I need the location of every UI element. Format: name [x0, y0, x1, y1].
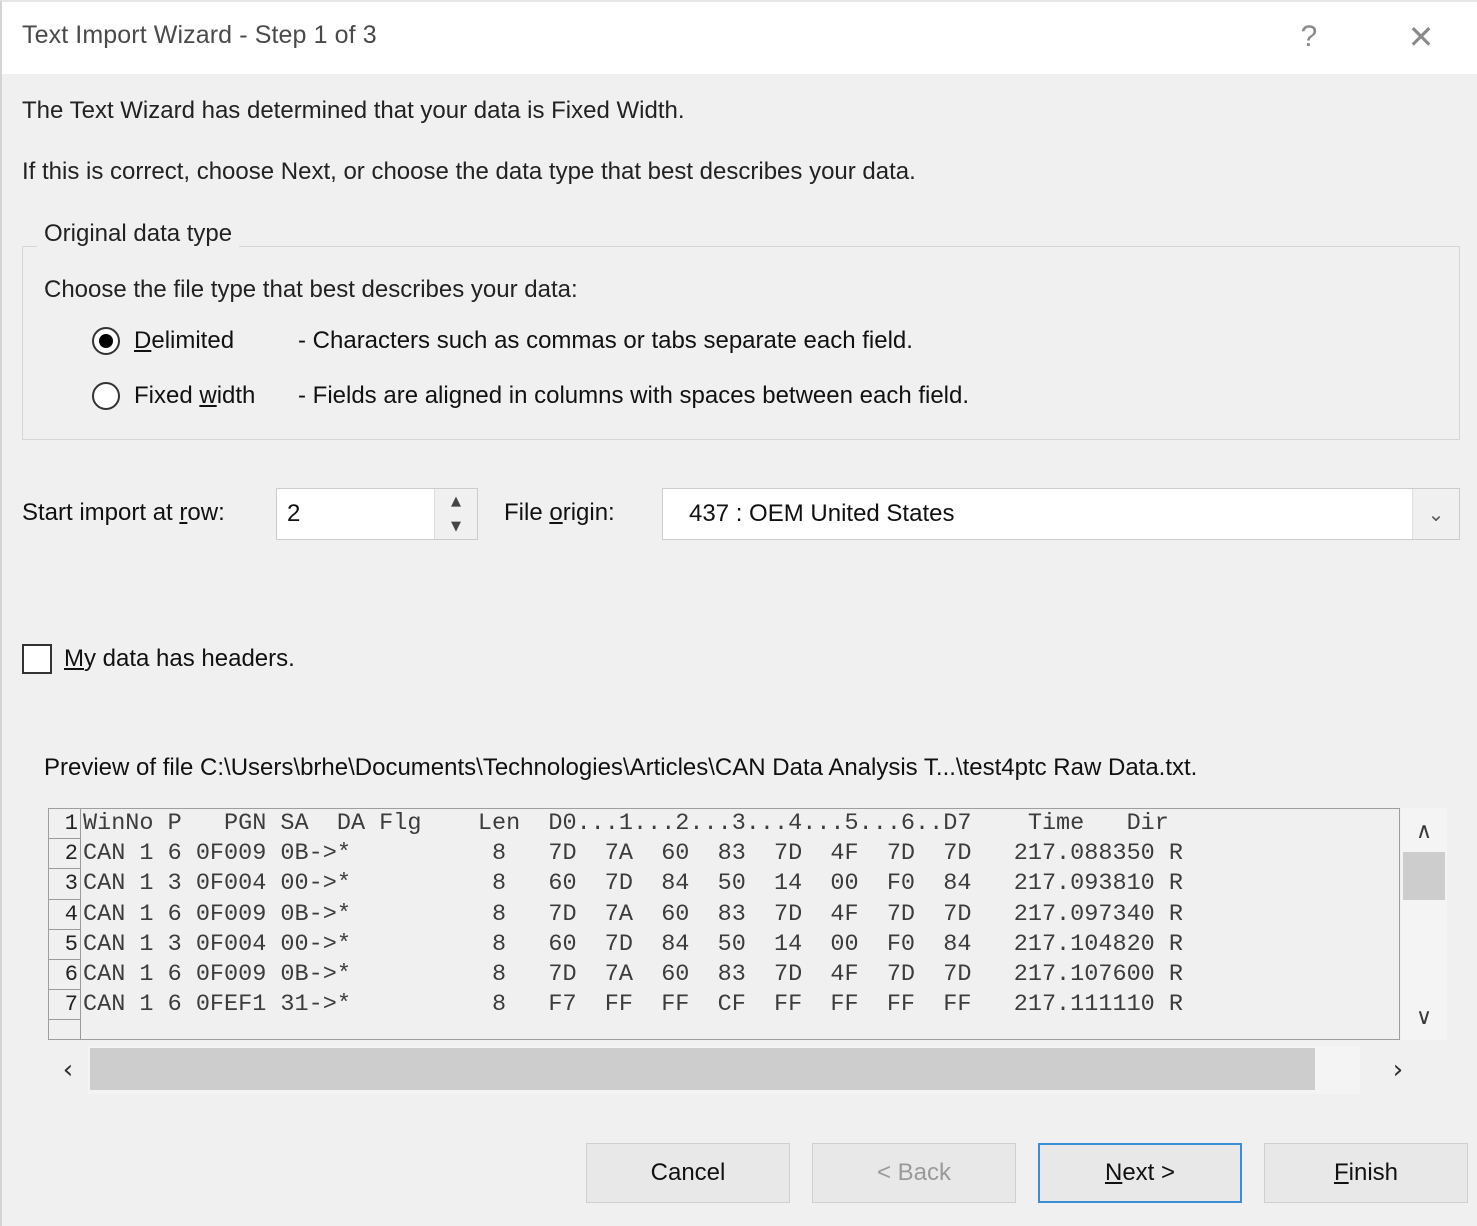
- next-button-mnemonic: N: [1104, 1159, 1123, 1186]
- preview-vertical-scrollbar[interactable]: ∧ ∨: [1401, 808, 1447, 1040]
- scroll-right-icon[interactable]: ›: [1378, 1044, 1418, 1096]
- scroll-down-icon[interactable]: ∨: [1401, 994, 1447, 1040]
- radio-delimited-indicator[interactable]: [92, 327, 120, 355]
- dialog-title: Text Import Wizard - Step 1 of 3: [22, 21, 377, 49]
- horizontal-scrollbar-thumb[interactable]: [90, 1048, 1315, 1090]
- chevron-down-icon[interactable]: ⌄: [1412, 489, 1459, 539]
- radio-delimited-description: - Characters such as commas or tabs sepa…: [298, 327, 913, 354]
- file-origin-label-b: rigin:: [562, 499, 615, 526]
- file-origin-label: File origin:: [504, 499, 615, 527]
- radio-fixed-width[interactable]: Fixed width: [92, 379, 255, 413]
- start-import-label-b: ow:: [187, 499, 225, 526]
- row-number: [49, 1020, 80, 1039]
- start-import-row-input[interactable]: [277, 489, 434, 539]
- row-number: 2: [49, 839, 80, 870]
- start-import-label-a: Start import at: [22, 499, 180, 526]
- vertical-scrollbar-thumb[interactable]: [1403, 852, 1445, 900]
- title-bar: Text Import Wizard - Step 1 of 3 ? ✕: [2, 2, 1477, 74]
- start-import-row-stepper[interactable]: ▲ ▼: [276, 488, 478, 540]
- question-mark-icon: ?: [1300, 20, 1318, 53]
- original-data-type-legend: Original data type: [37, 220, 240, 248]
- preview-pane[interactable]: 1 2 3 4 5 6 7 WinNo P PGN SA DA Flg Len …: [48, 808, 1400, 1040]
- close-button[interactable]: ✕: [1390, 2, 1452, 72]
- my-data-has-headers-checkbox[interactable]: My data has headers.: [22, 642, 295, 676]
- back-button[interactable]: < Back: [812, 1143, 1016, 1203]
- help-button[interactable]: ?: [1278, 2, 1340, 72]
- choose-file-type-label: Choose the file type that best describes…: [44, 276, 578, 303]
- preview-file-label: Preview of file C:\Users\brhe\Documents\…: [44, 754, 1198, 781]
- preview-text-content: WinNo P PGN SA DA Flg Len D0...1...2...3…: [83, 810, 1183, 1019]
- radio-delimited[interactable]: Delimited: [92, 324, 234, 358]
- row-number: 1: [49, 809, 80, 840]
- finish-button-mnemonic: F: [1333, 1159, 1349, 1186]
- text-import-wizard-dialog: Text Import Wizard - Step 1 of 3 ? ✕ The…: [0, 0, 1477, 1226]
- next-button-label-rest: ext >: [1122, 1159, 1176, 1186]
- scroll-left-icon[interactable]: ‹: [48, 1044, 88, 1096]
- radio-fixed-width-label-rest: idth: [216, 382, 256, 409]
- file-origin-select[interactable]: 437 : OEM United States ⌄: [662, 488, 1460, 540]
- preview-horizontal-scrollbar[interactable]: ‹ ›: [48, 1044, 1403, 1096]
- row-number: 3: [49, 869, 80, 900]
- radio-fixed-width-indicator[interactable]: [92, 382, 120, 410]
- file-origin-value: 437 : OEM United States: [689, 500, 955, 527]
- row-number: 7: [49, 990, 80, 1021]
- cancel-button[interactable]: Cancel: [586, 1143, 790, 1203]
- finish-button[interactable]: Finish: [1264, 1143, 1468, 1203]
- my-data-has-headers-label: My data has headers.: [64, 645, 295, 673]
- preview-row-number-gutter: 1 2 3 4 5 6 7: [49, 809, 81, 1039]
- file-origin-mnemonic: o: [549, 499, 563, 526]
- radio-delimited-label-rest: elimited: [151, 327, 235, 354]
- radio-delimited-label: Delimited: [134, 327, 234, 355]
- intro-line-1: The Text Wizard has determined that your…: [22, 97, 685, 124]
- start-import-at-row-label: Start import at row:: [22, 499, 225, 527]
- checkbox-indicator[interactable]: [22, 644, 52, 674]
- radio-fixed-width-label-prefix: Fixed: [134, 382, 200, 409]
- row-number: 4: [49, 900, 80, 930]
- radio-fixed-width-label: Fixed width: [134, 382, 255, 410]
- stepper-up-icon[interactable]: ▲: [435, 489, 477, 514]
- close-icon: ✕: [1407, 18, 1435, 56]
- headers-checkbox-label-rest: y data has headers.: [84, 645, 295, 672]
- radio-delimited-mnemonic: D: [134, 327, 152, 354]
- radio-fixed-width-mnemonic: w: [199, 382, 217, 409]
- row-number: 5: [49, 930, 80, 960]
- stepper-down-icon[interactable]: ▼: [435, 514, 477, 539]
- stepper-buttons[interactable]: ▲ ▼: [434, 489, 477, 539]
- row-number: 6: [49, 960, 80, 991]
- finish-button-label-rest: inish: [1348, 1159, 1399, 1186]
- intro-line-2: If this is correct, choose Next, or choo…: [22, 158, 916, 185]
- radio-fixed-width-description: - Fields are aligned in columns with spa…: [298, 382, 970, 409]
- scroll-up-icon[interactable]: ∧: [1401, 808, 1447, 854]
- next-button[interactable]: Next >: [1038, 1143, 1242, 1203]
- headers-checkbox-mnemonic: M: [64, 645, 84, 672]
- file-origin-label-a: File: [504, 499, 550, 526]
